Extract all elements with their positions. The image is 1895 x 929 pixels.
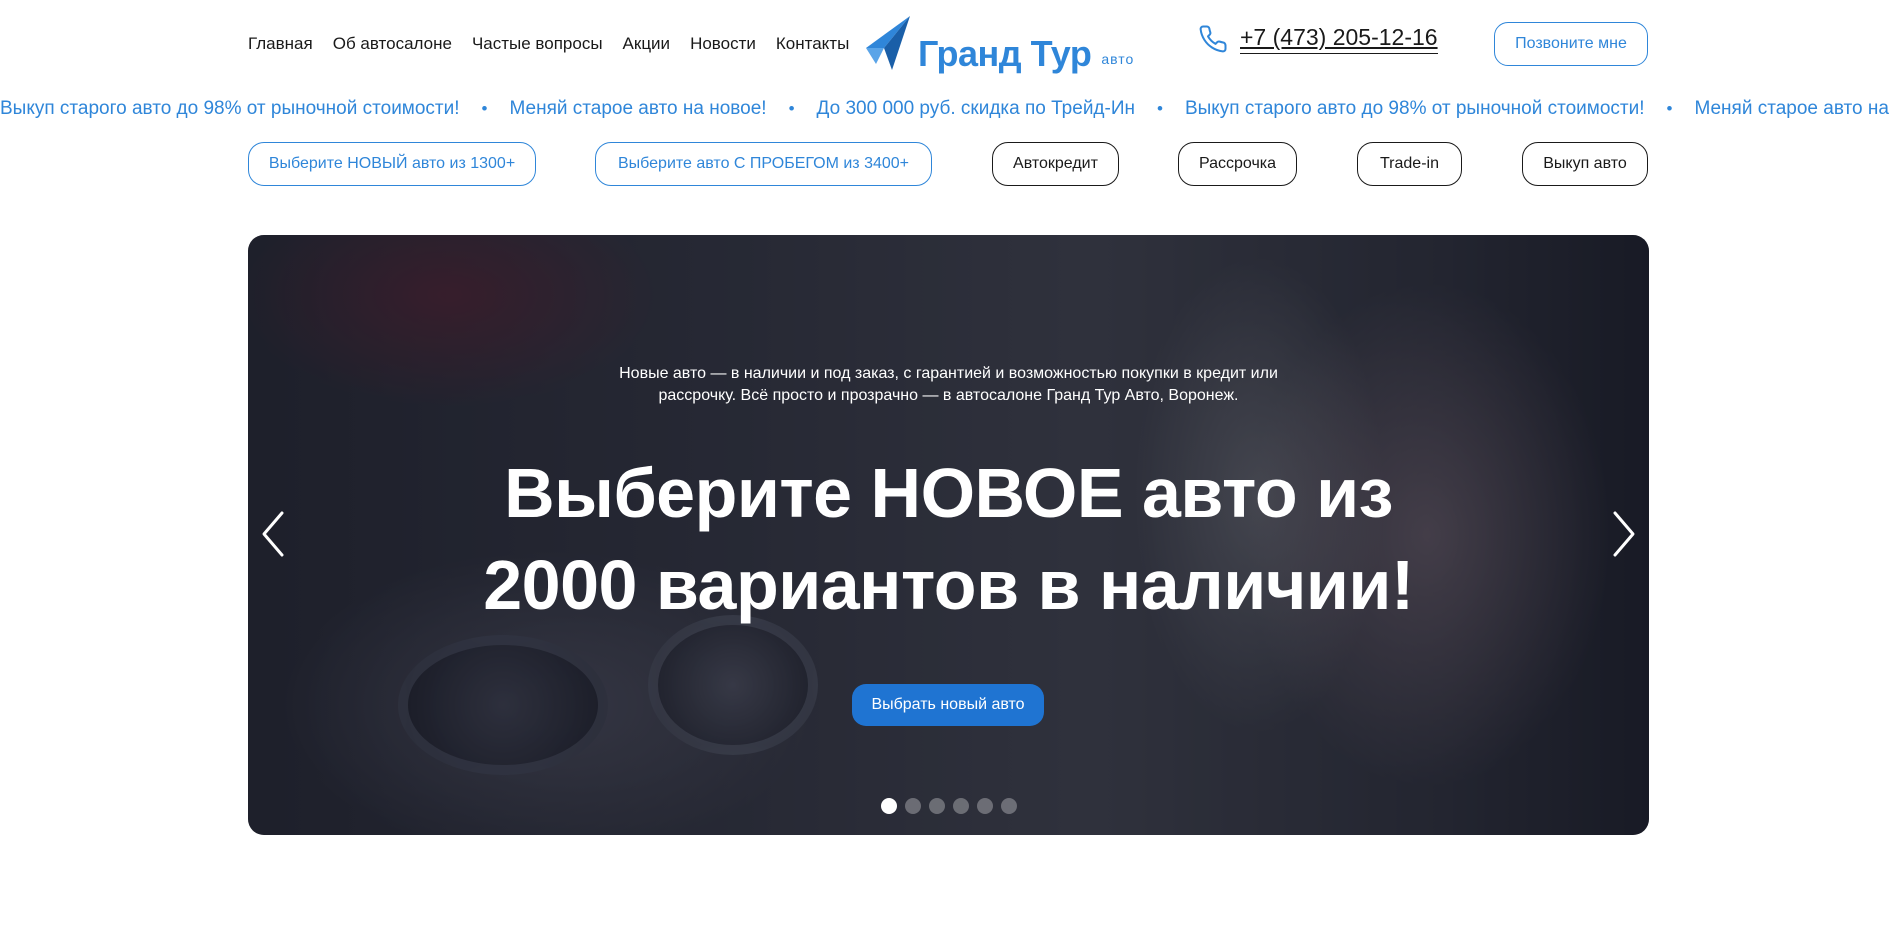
slider-dot[interactable] (977, 798, 993, 814)
nav-link-news[interactable]: Новости (690, 34, 756, 54)
ticker-separator: • (1157, 99, 1163, 118)
ticker-item: Выкуп старого авто до 98% от рыночной ст… (0, 98, 460, 119)
ticker-item: Меняй старое авто на новое! (509, 98, 767, 119)
promo-ticker: Выкуп старого авто до 98% от рыночной ст… (0, 98, 1895, 122)
ticker-item: Выкуп старого авто до 98% от рыночной ст… (1184, 98, 1645, 119)
slider-next-button[interactable] (1609, 509, 1639, 559)
new-cars-button[interactable]: Выберите НОВЫЙ авто из 1300+ (248, 142, 536, 186)
slider-pagination (881, 798, 1017, 814)
chevron-left-icon (262, 511, 284, 557)
site-header: Главная Об автосалоне Частые вопросы Акц… (0, 0, 1895, 92)
site-logo[interactable]: Гранд Тур авто (862, 14, 1134, 72)
callback-button[interactable]: Позвоните мне (1494, 22, 1648, 66)
logo-subtext: авто (1101, 51, 1135, 67)
hero-slider: Новые авто — в наличии и под заказ, с га… (248, 235, 1649, 835)
hero-subtitle-line: рассрочку. Всё просто и прозрачно — в ав… (658, 387, 1239, 404)
installment-button[interactable]: Рассрочка (1178, 142, 1297, 186)
phone-block: +7 (473) 205-12-16 (1198, 24, 1438, 54)
used-cars-button[interactable]: Выберите авто С ПРОБЕГОМ из 3400+ (595, 142, 932, 186)
hero-title-line: 2000 вариантов в наличии! (483, 546, 1414, 624)
slider-prev-button[interactable] (258, 509, 288, 559)
nav-link-home[interactable]: Главная (248, 34, 313, 54)
choose-new-car-button[interactable]: Выбрать новый авто (852, 684, 1044, 726)
ticker-separator: • (788, 99, 795, 118)
slider-dot[interactable] (1001, 798, 1017, 814)
car-buyout-button[interactable]: Выкуп авто (1522, 142, 1648, 186)
hero-title: Выберите НОВОЕ авто из 2000 вариантов в … (248, 447, 1649, 631)
hero-title-line: Выберите НОВОЕ авто из (504, 454, 1393, 532)
main-nav: Главная Об автосалоне Частые вопросы Акц… (248, 34, 849, 54)
ticker-item: До 300 000 руб. скидка по Трейд-Ин (816, 98, 1135, 119)
ticker-separator: • (481, 99, 488, 118)
ticker-separator: • (1666, 99, 1673, 118)
slider-dot[interactable] (905, 798, 921, 814)
ticker-track: Выкуп старого авто до 98% от рыночной ст… (0, 98, 1895, 120)
trade-in-button[interactable]: Trade-in (1357, 142, 1462, 186)
nav-link-faq[interactable]: Частые вопросы (472, 34, 603, 54)
phone-number-link[interactable]: +7 (473) 205-12-16 (1240, 24, 1438, 54)
hero-subtitle-line: Новые авто — в наличии и под заказ, с га… (619, 365, 1278, 382)
slider-dot[interactable] (929, 798, 945, 814)
logo-arrow-icon (866, 16, 910, 70)
nav-link-about[interactable]: Об автосалоне (333, 34, 452, 54)
hero-subtitle: Новые авто — в наличии и под заказ, с га… (248, 363, 1649, 407)
car-loan-button[interactable]: Автокредит (992, 142, 1119, 186)
chevron-right-icon (1613, 511, 1635, 557)
slider-dot[interactable] (881, 798, 897, 814)
ticker-item: Меняй старое авто на новое! (1694, 98, 1895, 119)
phone-icon (1199, 25, 1227, 53)
slider-dot[interactable] (953, 798, 969, 814)
logo-text: Гранд Тур (918, 33, 1092, 74)
nav-link-contacts[interactable]: Контакты (776, 34, 849, 54)
category-buttons: Выберите НОВЫЙ авто из 1300+ Выберите ав… (0, 142, 1895, 186)
nav-link-promotions[interactable]: Акции (623, 34, 671, 54)
